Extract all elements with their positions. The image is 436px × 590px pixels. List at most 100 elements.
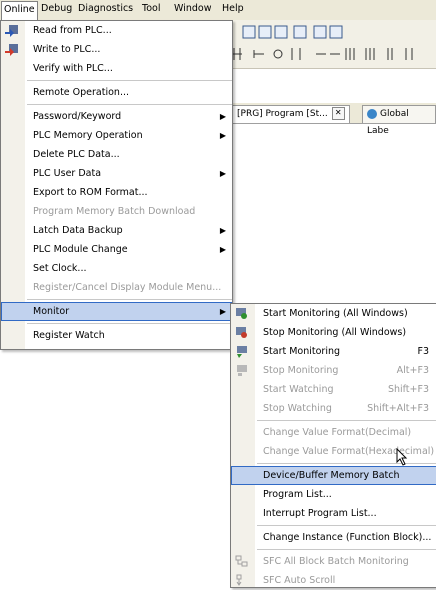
- toolbar: [226, 20, 436, 69]
- menu-item-change-value-format-decimal: Change Value Format(Decimal): [231, 423, 436, 442]
- menu-item-label: SFC Auto Scroll: [263, 575, 336, 586]
- start-monitoring-icon: [237, 346, 247, 358]
- menu-item-label: Change Instance (Function Block)...: [263, 532, 432, 543]
- menu-item-password-keyword[interactable]: Password/Keyword ▶: [1, 107, 232, 126]
- menu-separator: [27, 80, 232, 81]
- sfc-batch-icon: [235, 555, 248, 567]
- menu-item-label: Program Memory Batch Download: [33, 206, 196, 217]
- contact-icon: [253, 50, 264, 58]
- menu-item-remote-operation[interactable]: Remote Operation...: [1, 83, 232, 102]
- menu-item-label: Set Clock...: [33, 263, 87, 274]
- menu-item-label: Change Value Format(Decimal): [263, 427, 412, 438]
- menu-bar: Online Debug Diagnostics Tool Window Hel…: [0, 0, 436, 21]
- menu-item-label: Interrupt Program List...: [263, 508, 377, 519]
- tab-global-label[interactable]: Global Labe: [362, 105, 436, 136]
- menu-item-label: Stop Monitoring (All Windows): [263, 327, 407, 338]
- menu-item-label: Device/Buffer Memory Batch: [263, 470, 400, 481]
- menu-item-device-buffer-memory-batch[interactable]: Device/Buffer Memory Batch: [231, 466, 436, 485]
- menu-item-program-memory-batch-download: Program Memory Batch Download: [1, 202, 232, 221]
- menu-item-label: Remote Operation...: [33, 87, 130, 98]
- globe-icon: [367, 108, 377, 119]
- menu-separator: [257, 525, 436, 526]
- read-from-plc-icon: [5, 25, 18, 37]
- sfc-auto-scroll-icon: [236, 574, 242, 586]
- menu-item-label: Register/Cancel Display Module Menu...: [33, 282, 222, 293]
- toolbar-icons[interactable]: [226, 20, 436, 68]
- menu-item-label: Start Watching: [263, 384, 334, 395]
- menu-item-sfc-all-block-batch-monitoring: SFC All Block Batch Monitoring: [231, 552, 436, 571]
- write-to-plc-icon: [5, 44, 18, 56]
- menu-item-sfc-auto-scroll: SFC Auto Scroll: [231, 571, 436, 590]
- menu-item-label: PLC User Data: [33, 168, 102, 179]
- menu-item-label: Read from PLC...: [33, 25, 112, 36]
- menu-item-plc-module-change[interactable]: PLC Module Change ▶: [1, 240, 232, 259]
- menu-item-label: Monitor: [33, 306, 70, 317]
- menu-item-program-list[interactable]: Program List...: [231, 485, 436, 504]
- menu-item-stop-watching: Stop Watching Shift+Alt+F3: [231, 399, 436, 418]
- menu-separator: [27, 323, 232, 324]
- shortcut-label: Shift+F3: [387, 384, 429, 395]
- ladder-icon: [242, 25, 256, 39]
- menu-diagnostics[interactable]: Diagnostics: [76, 3, 135, 14]
- menu-item-monitor[interactable]: Monitor ▶: [1, 302, 232, 321]
- stop-monitoring-icon: [237, 365, 247, 376]
- document-tabs: [PRG] Program [St... ✕ Global Labe: [226, 103, 436, 136]
- ladder-icon: [258, 25, 272, 39]
- menu-separator: [257, 420, 436, 421]
- close-icon[interactable]: ✕: [331, 107, 345, 120]
- menu-online[interactable]: Online: [1, 1, 38, 20]
- menu-item-label: Latch Data Backup: [33, 225, 123, 236]
- menu-tool[interactable]: Tool: [140, 3, 162, 14]
- menu-item-label: Password/Keyword: [33, 111, 122, 122]
- menu-item-delete-plc-data[interactable]: Delete PLC Data...: [1, 145, 232, 164]
- menu-window[interactable]: Window: [172, 3, 213, 14]
- menu-item-label: Start Monitoring (All Windows): [263, 308, 408, 319]
- submenu-arrow-icon: ▶: [219, 245, 226, 254]
- menu-debug[interactable]: Debug: [39, 3, 74, 14]
- shortcut-label: Shift+Alt+F3: [367, 403, 429, 414]
- menu-item-label: Start Monitoring: [263, 346, 341, 357]
- mouse-cursor-icon: [396, 448, 408, 466]
- menu-item-label: Write to PLC...: [33, 44, 101, 55]
- submenu-arrow-icon: ▶: [219, 112, 226, 121]
- menu-item-change-instance[interactable]: Change Instance (Function Block)...: [231, 528, 436, 547]
- coil-icon: [273, 49, 283, 59]
- menu-item-read-from-plc[interactable]: Read from PLC...: [1, 21, 232, 40]
- submenu-arrow-icon: ▶: [219, 169, 226, 178]
- menu-item-label: Verify with PLC...: [33, 63, 113, 74]
- menu-separator: [27, 299, 232, 300]
- menu-item-write-to-plc[interactable]: Write to PLC...: [1, 40, 232, 59]
- menu-item-export-rom-format[interactable]: Export to ROM Format...: [1, 183, 232, 202]
- menu-item-start-monitoring-all[interactable]: Start Monitoring (All Windows): [231, 304, 436, 323]
- menu-item-label: Stop Watching: [263, 403, 332, 414]
- menu-item-set-clock[interactable]: Set Clock...: [1, 259, 232, 278]
- menu-item-label: PLC Memory Operation: [33, 130, 143, 141]
- menu-item-plc-memory-operation[interactable]: PLC Memory Operation ▶: [1, 126, 232, 145]
- menu-item-register-watch[interactable]: Register Watch: [1, 326, 232, 345]
- menu-separator: [257, 549, 436, 550]
- menu-item-interrupt-program-list[interactable]: Interrupt Program List...: [231, 504, 436, 523]
- menu-item-start-monitoring[interactable]: Start Monitoring F3: [231, 342, 436, 361]
- menu-item-plc-user-data[interactable]: PLC User Data ▶: [1, 164, 232, 183]
- ladder-icon: [274, 25, 288, 39]
- submenu-arrow-icon: ▶: [219, 226, 226, 235]
- menu-item-stop-monitoring: Stop Monitoring Alt+F3: [231, 361, 436, 380]
- ladder-icon: [329, 25, 343, 39]
- menu-item-stop-monitoring-all[interactable]: Stop Monitoring (All Windows): [231, 323, 436, 342]
- menu-item-verify-with-plc[interactable]: Verify with PLC...: [1, 59, 232, 78]
- menu-item-label: Program List...: [263, 489, 332, 500]
- menu-item-label: Register Watch: [33, 330, 105, 341]
- menu-item-label: SFC All Block Batch Monitoring: [263, 556, 409, 567]
- submenu-arrow-icon: ▶: [219, 307, 226, 316]
- contact-icon: [345, 48, 355, 60]
- tab-program[interactable]: [PRG] Program [St... ✕: [232, 105, 350, 123]
- menu-help[interactable]: Help: [220, 3, 246, 14]
- contact-icon: [291, 48, 301, 60]
- menu-item-label: PLC Module Change: [33, 244, 128, 255]
- ladder-icon: [293, 25, 307, 39]
- menu-item-register-cancel-display-module-menu: Register/Cancel Display Module Menu...: [1, 278, 232, 297]
- contact-icon: [365, 48, 375, 60]
- menu-item-start-watching: Start Watching Shift+F3: [231, 380, 436, 399]
- menu-item-latch-data-backup[interactable]: Latch Data Backup ▶: [1, 221, 232, 240]
- start-monitoring-all-icon: [236, 308, 247, 319]
